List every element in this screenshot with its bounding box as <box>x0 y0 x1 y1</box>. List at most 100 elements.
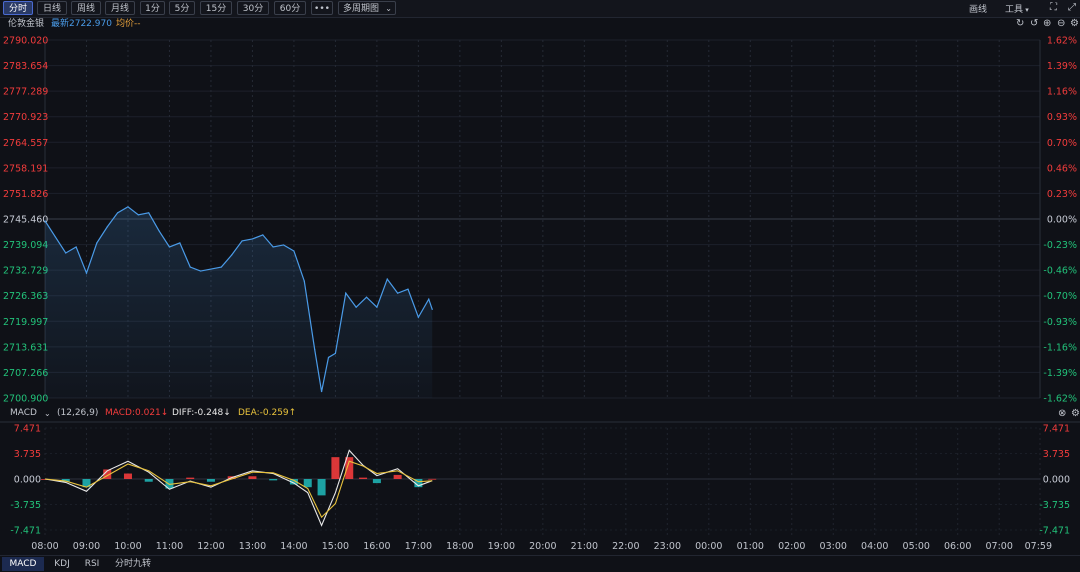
price-tick-label: 2700.900 <box>3 394 48 405</box>
time-tick-label: 17:00 <box>405 541 432 552</box>
price-point <box>417 316 419 318</box>
macd-histogram-bar <box>144 479 153 482</box>
percent-tick-label: 0.00% <box>1047 215 1077 226</box>
time-tick-label: 15:00 <box>322 541 349 552</box>
macd-tick-label-right: -7.471 <box>1039 526 1070 537</box>
time-tick-label: 22:00 <box>612 541 639 552</box>
macd-tick-label-right: 0.000 <box>1043 475 1070 486</box>
price-point <box>220 266 222 268</box>
macd-indicator-header: MACD ⌄ (12,26,9) MACD:0.021↓ DIFF:-0.248… <box>0 406 1080 421</box>
price-point <box>231 254 233 256</box>
time-tick-label: 03:00 <box>820 541 847 552</box>
macd-histogram-bar <box>331 457 340 479</box>
price-point <box>320 390 323 393</box>
macd-histogram-bar <box>359 477 368 479</box>
percent-tick-label: -1.62% <box>1043 394 1077 405</box>
price-point <box>355 306 357 308</box>
price-point <box>282 244 285 246</box>
tab-rsi[interactable]: RSI <box>78 557 106 571</box>
macd-tick-label-right: -3.735 <box>1039 500 1070 511</box>
diff-series-line <box>44 449 433 527</box>
macd-histogram-bar <box>303 479 312 488</box>
tab-macd[interactable]: MACD <box>2 557 44 571</box>
time-tick-label: 08:00 <box>31 541 58 552</box>
dea-value: DEA:-0.259↑ <box>238 408 297 418</box>
price-point <box>85 272 88 274</box>
indicator-name[interactable]: MACD <box>10 406 37 421</box>
time-tick-label: 05:00 <box>903 541 930 552</box>
macd-tick-label-right: 7.471 <box>1043 424 1070 435</box>
macd-histogram-bar <box>393 474 402 479</box>
dea-series-line <box>44 460 433 519</box>
close-icon[interactable]: ⊗ <box>1058 406 1066 421</box>
percent-tick-label: -0.93% <box>1043 317 1077 328</box>
time-tick-label: 04:00 <box>861 541 888 552</box>
price-point <box>345 292 347 294</box>
price-point <box>376 306 378 308</box>
percent-tick-label: -0.70% <box>1043 291 1077 302</box>
price-point <box>386 278 388 280</box>
price-tick-label: 2770.923 <box>3 112 48 123</box>
percent-tick-label: -0.23% <box>1043 240 1077 251</box>
tab-kdj[interactable]: KDJ <box>46 557 78 571</box>
price-tick-label: 2783.654 <box>3 61 48 72</box>
price-tick-label: 2777.289 <box>3 87 48 98</box>
macd-tick-label: 3.735 <box>14 449 41 460</box>
price-tick-label: 2707.266 <box>3 368 48 379</box>
time-tick-label: 14:00 <box>280 541 307 552</box>
price-point <box>428 298 430 300</box>
settings-icon[interactable]: ⚙ <box>1071 406 1080 421</box>
macd-histogram-bar <box>428 478 437 480</box>
macd-tick-label-right: 3.735 <box>1043 449 1070 460</box>
price-chart[interactable]: 2790.020 2783.654 2777.289 2770.923 2764.557… <box>0 0 1080 571</box>
time-tick-label: 18:00 <box>446 541 473 552</box>
time-tick-label: 02:00 <box>778 541 805 552</box>
price-point <box>127 206 129 208</box>
price-point <box>44 220 46 222</box>
macd-histogram-bar <box>186 477 195 479</box>
macd-histogram-bar <box>269 479 278 481</box>
price-tick-label: 2790.020 <box>3 36 48 47</box>
price-point <box>262 234 264 236</box>
price-tick-label: 2719.997 <box>3 317 48 328</box>
price-point <box>327 356 330 359</box>
price-tick-label: 2745.460 <box>3 215 48 226</box>
chevron-down-icon[interactable]: ⌄ <box>44 406 51 421</box>
percent-tick-label: 0.46% <box>1047 163 1077 174</box>
macd-histogram-bar <box>317 479 326 496</box>
price-point <box>293 250 295 252</box>
percent-tick-label: 1.39% <box>1047 61 1077 72</box>
percent-tick-label: -0.46% <box>1043 266 1077 277</box>
price-point <box>75 246 77 248</box>
price-tick-label: 2726.363 <box>3 291 48 302</box>
indicator-tabs: MACD KDJ RSI 分时九转 <box>0 555 1080 572</box>
percent-tick-label: -1.16% <box>1043 342 1077 353</box>
price-tick-label: 2751.826 <box>3 189 48 200</box>
price-point <box>407 288 409 290</box>
price-point <box>96 242 98 244</box>
time-tick-label: 20:00 <box>529 541 556 552</box>
macd-value: MACD:0.021↓ <box>105 408 169 418</box>
tab-timeshare-nine[interactable]: 分时九转 <box>108 557 158 571</box>
price-point <box>303 280 305 282</box>
macd-tick-label: -3.735 <box>10 500 41 511</box>
price-point <box>137 214 139 216</box>
macd-histogram-bar <box>206 479 215 482</box>
price-point <box>314 348 316 350</box>
macd-tick-label: 7.471 <box>14 424 41 435</box>
price-point <box>148 212 150 214</box>
price-point <box>117 212 119 214</box>
price-tick-label: 2758.191 <box>3 163 48 174</box>
price-point <box>168 246 171 248</box>
percent-tick-label: 0.23% <box>1047 189 1077 200</box>
time-tick-label: 00:00 <box>695 541 722 552</box>
diff-value: DIFF:-0.248↓ <box>172 408 231 418</box>
time-tick-label: 16:00 <box>363 541 390 552</box>
time-tick-label: 07:59 <box>1025 541 1052 552</box>
price-point <box>106 226 108 228</box>
price-point <box>397 292 399 294</box>
price-point <box>199 270 202 272</box>
price-tick-label: 2739.094 <box>3 240 48 251</box>
price-area-fill <box>45 206 433 398</box>
time-tick-label: 10:00 <box>114 541 141 552</box>
